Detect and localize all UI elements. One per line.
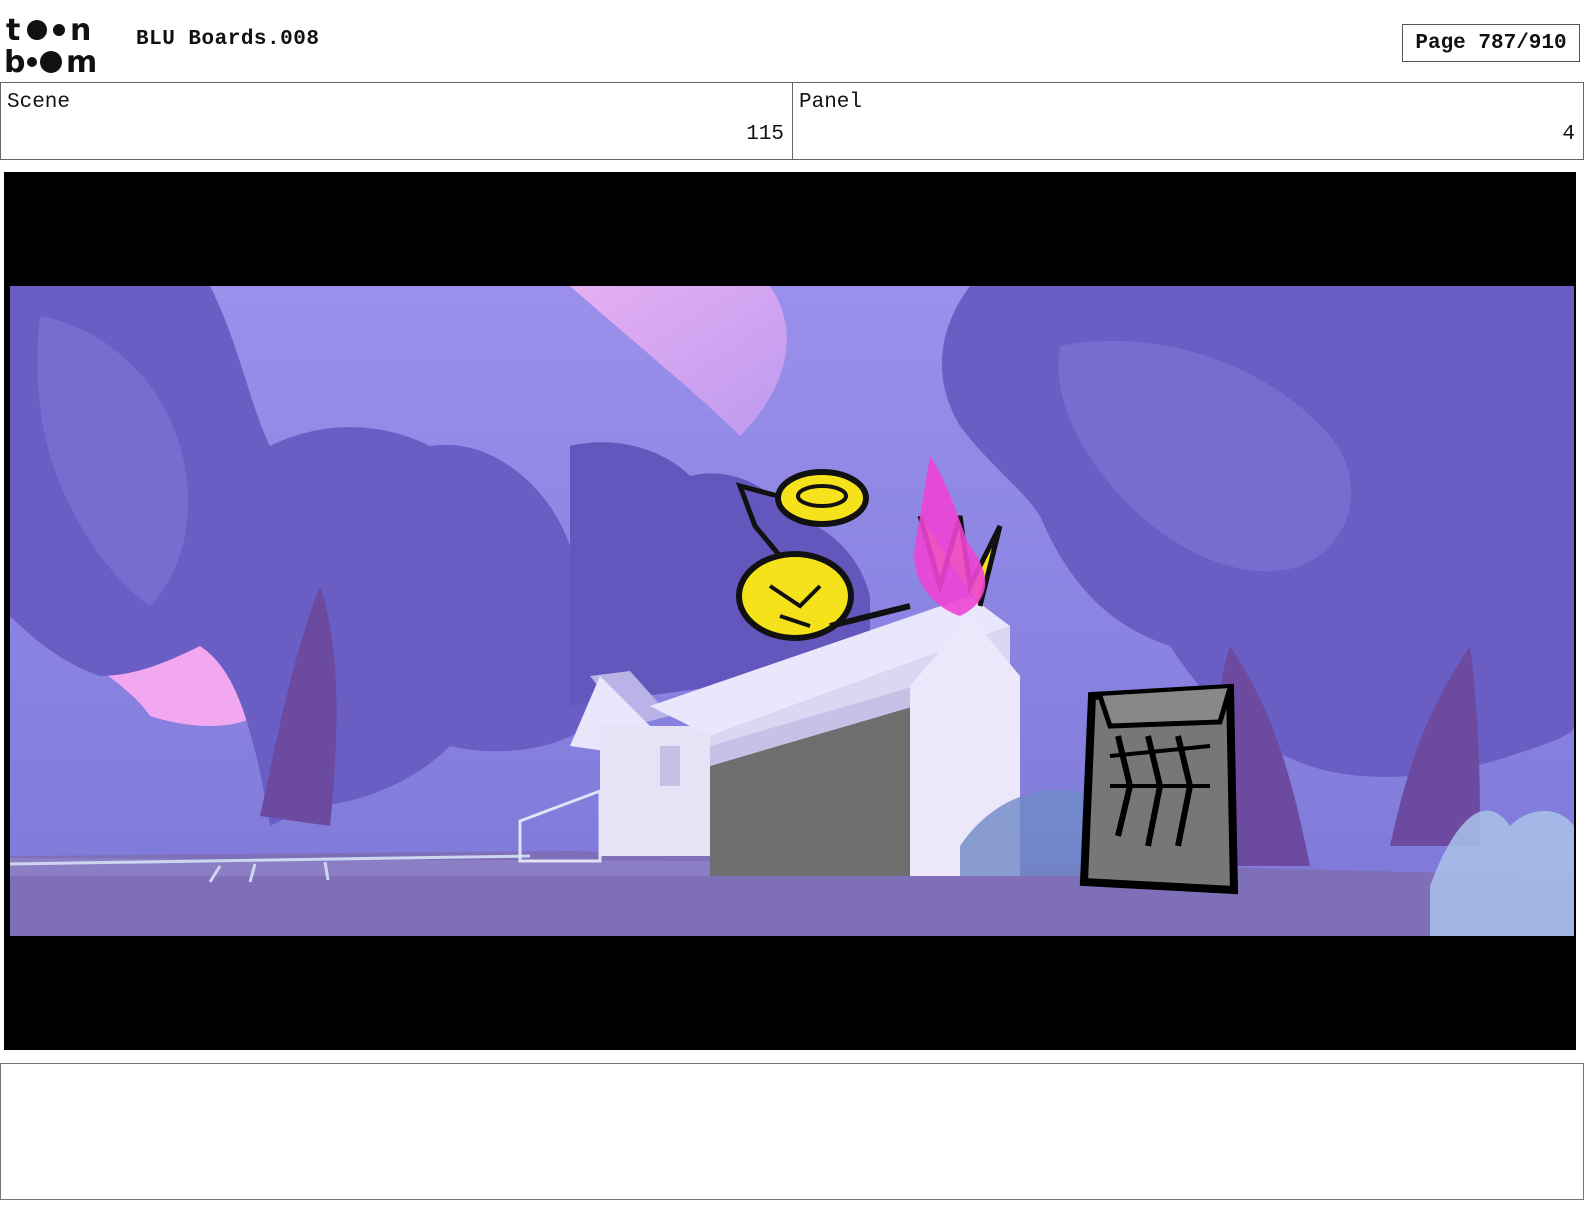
svg-text:m: m [66,45,97,76]
page-indicator: Page 787/910 [1402,24,1580,62]
svg-text:n: n [70,13,91,48]
scene-number: 115 [746,123,784,146]
svg-text:t: t [6,13,20,48]
sidewalk [10,858,710,876]
scene-panel-info: Scene 115 Panel 4 [0,82,1584,160]
panel-artwork [10,286,1574,936]
panel-cell: Panel 4 [793,83,1583,159]
panel-label: Panel [799,91,863,114]
scene-label: Scene [7,91,71,114]
panel-number: 4 [1562,123,1575,146]
toon-boom-logo: t n b m [4,13,97,76]
scene-cell: Scene 115 [1,83,793,159]
notes-area [0,1063,1584,1200]
storyboard-frame [4,172,1576,1050]
document-title: BLU Boards.008 [136,28,320,51]
svg-text:b: b [4,45,25,76]
trash-can [1079,683,1239,895]
